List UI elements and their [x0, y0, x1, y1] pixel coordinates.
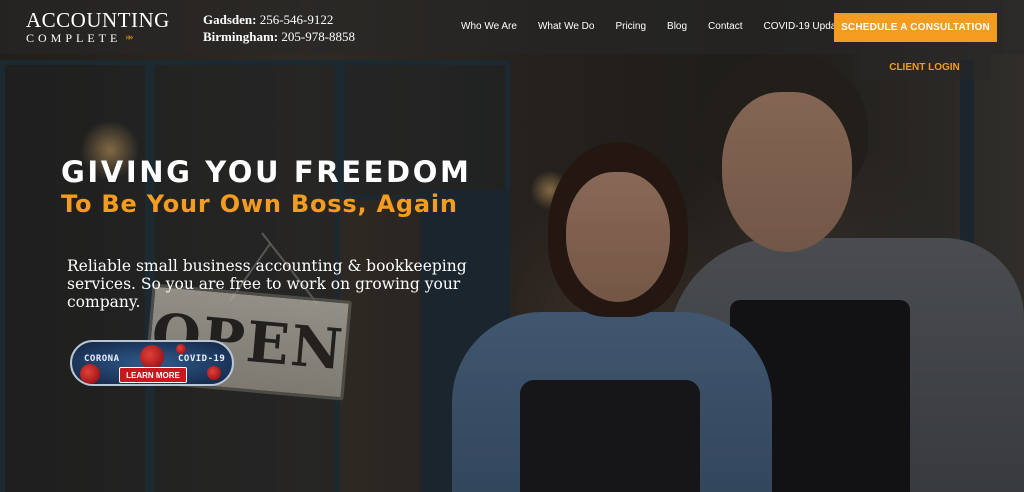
logo-wordmark: ACCOUNTING: [26, 8, 170, 32]
phone-numbers: Gadsden: 256-546-9122 Birmingham: 205-97…: [203, 11, 355, 45]
chevron-right-icon: »»: [125, 32, 133, 43]
phone-number: 256-546-9122: [259, 12, 334, 27]
phone-number: 205-978-8858: [281, 29, 356, 44]
schedule-consultation-button[interactable]: SCHEDULE A CONSULTATION: [834, 13, 997, 42]
phone-birmingham[interactable]: Birmingham: 205-978-8858: [203, 28, 355, 45]
virus-icon: [80, 364, 100, 384]
hero-subheadline: To Be Your Own Boss, Again: [61, 190, 458, 218]
learn-more-button[interactable]: LEARN MORE: [119, 367, 187, 383]
site-header: ACCOUNTING COMPLETE »» Gadsden: 256-546-…: [0, 0, 1024, 54]
phone-gadsden[interactable]: Gadsden: 256-546-9122: [203, 11, 355, 28]
covid-banner-corona: CORONA: [84, 354, 120, 364]
covid-banner[interactable]: CORONA COVID-19 LEARN MORE: [70, 340, 234, 386]
nav-who-we-are[interactable]: Who We Are: [461, 21, 517, 32]
virus-icon: [176, 344, 186, 354]
client-login-link[interactable]: CLIENT LOGIN: [858, 54, 991, 80]
hero-headline: GIVING YOU FREEDOM: [61, 155, 472, 189]
phone-label: Birmingham:: [203, 29, 279, 44]
virus-icon: [140, 345, 164, 369]
main-nav: Who We Are What We Do Pricing Blog Conta…: [461, 21, 871, 32]
covid-banner-covid19: COVID-19: [178, 354, 226, 364]
nav-contact[interactable]: Contact: [708, 21, 742, 32]
site-logo[interactable]: ACCOUNTING COMPLETE »»: [26, 8, 170, 46]
nav-pricing[interactable]: Pricing: [615, 21, 646, 32]
hero-intro-text: Reliable small business accounting & boo…: [67, 257, 467, 311]
phone-label: Gadsden:: [203, 12, 257, 27]
virus-icon: [207, 366, 221, 380]
nav-what-we-do[interactable]: What We Do: [538, 21, 595, 32]
logo-subtitle: COMPLETE »»: [26, 31, 166, 45]
logo-subtitle-text: COMPLETE: [26, 31, 122, 45]
nav-blog[interactable]: Blog: [667, 21, 687, 32]
